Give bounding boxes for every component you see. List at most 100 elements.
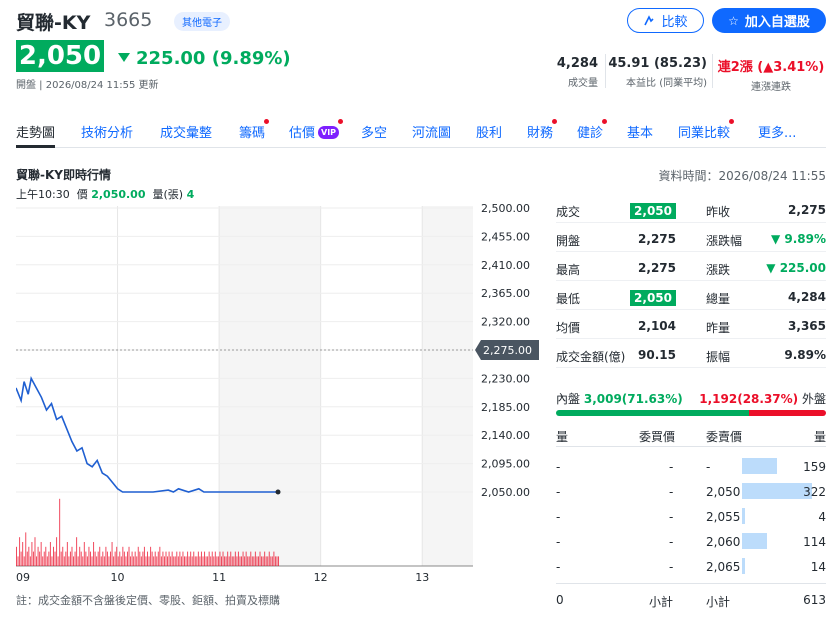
volume-bar	[168, 551, 170, 566]
volume-bar	[54, 551, 56, 566]
ratio-bar	[556, 410, 826, 416]
volume-bar	[88, 546, 90, 566]
tab-longshort[interactable]: 多空	[361, 122, 387, 141]
volume-bar	[69, 551, 71, 566]
info-row: 成交 2,050 昨收 2,275	[556, 199, 826, 223]
outer-label: 外盤	[801, 392, 826, 406]
section-title: 貿聯-KY即時行情	[16, 168, 111, 182]
volume-bar	[63, 556, 65, 566]
volume-bar	[137, 546, 139, 566]
ref-price-label: 2,275.00	[483, 344, 532, 357]
stat-pe-value: 45.91 (85.23)	[608, 56, 707, 71]
volume-bar	[171, 551, 173, 566]
y-tick-label: 2,230.00	[481, 372, 530, 385]
x-tick-label: 11	[212, 571, 226, 584]
tab-more[interactable]: 更多...	[758, 122, 796, 141]
tab-river[interactable]: 河流圖	[412, 122, 451, 141]
volume-bar	[251, 556, 253, 566]
volume-bar	[36, 556, 38, 566]
info-label: 成交	[556, 205, 581, 219]
volume-bar	[236, 556, 238, 566]
y-tick-label: 2,050.00	[481, 486, 530, 499]
volume-bar	[103, 556, 105, 566]
volume-bar	[48, 551, 50, 566]
volume-bar	[79, 546, 81, 566]
tab-finance[interactable]: 財務	[527, 119, 558, 141]
update-time: 開盤 | 2026/08/24 11:55 更新	[16, 80, 159, 91]
volume-bar	[134, 551, 136, 566]
y-tick-label: 2,320.00	[481, 316, 530, 329]
tab-technical[interactable]: 技術分析	[81, 122, 133, 141]
data-time: 資料時間：2026/08/24 11:55	[658, 169, 826, 183]
volume-bar	[142, 551, 144, 566]
volume-bar	[20, 551, 22, 566]
industry-tag[interactable]: 其他電子	[174, 12, 230, 31]
bid-volume: -	[556, 510, 561, 524]
ask-price: 2,050	[706, 485, 741, 499]
info-value: 2,104	[638, 319, 676, 333]
info-label: 開盤	[556, 234, 581, 248]
volume-bar	[250, 551, 252, 566]
volume-bar	[60, 551, 62, 566]
volume-bar	[65, 551, 67, 566]
stat-volume-value: 4,284	[556, 56, 598, 71]
x-tick-label: 09	[16, 571, 30, 584]
quote-price: 2,050.00	[91, 188, 146, 201]
volume-bar	[46, 556, 48, 566]
volume-bar	[170, 556, 172, 566]
y-tick-label: 2,410.00	[481, 259, 530, 272]
ob-row: - - 2,060 114	[556, 531, 826, 556]
volume-bar	[248, 556, 250, 566]
add-watchlist-button[interactable]: ☆ 加入自選股	[712, 8, 826, 33]
watchlist-label: 加入自選股	[744, 15, 810, 30]
ask-volume: 159	[803, 460, 826, 474]
volume-bar	[227, 551, 229, 566]
ob-header: 量	[813, 430, 826, 444]
tab-health[interactable]: 健診	[577, 119, 608, 141]
volume-bar	[97, 551, 99, 566]
y-tick-label: 2,095.00	[481, 458, 530, 471]
quote-vol-label: 量(張)	[152, 188, 184, 201]
volume-bar	[193, 551, 195, 566]
tab-peer[interactable]: 同業比較	[678, 119, 735, 141]
volume-bar	[114, 551, 116, 566]
ob-header: 量	[556, 430, 569, 444]
y-tick-label: 2,455.00	[481, 230, 530, 243]
volume-bar	[199, 556, 201, 566]
volume-bar	[74, 551, 76, 566]
volume-bar	[22, 542, 24, 566]
volume-bar	[133, 556, 135, 566]
tab-chips[interactable]: 籌碼	[239, 119, 270, 141]
info-row: 最低 2,050 總量 4,284	[556, 286, 826, 310]
info-label: 總量	[706, 292, 731, 306]
tab-trades[interactable]: 成交彙整	[160, 122, 212, 141]
bid-volume: -	[556, 460, 561, 474]
volume-bar	[204, 551, 206, 566]
compare-button[interactable]: 比較	[627, 8, 704, 33]
volume-bar	[91, 556, 93, 566]
tab-trend[interactable]: 走勢圖	[16, 122, 56, 148]
ask-subtotal-label: 小計	[706, 595, 731, 609]
intraday-chart[interactable]: 2,500.00 2,455.00 2,410.00 2,365.00 2,320.00…	[16, 204, 546, 584]
tab-dividend[interactable]: 股利	[476, 122, 502, 141]
ask-total: 613	[803, 593, 826, 607]
volume-bar	[185, 556, 187, 566]
volume-bar	[220, 556, 222, 566]
last-point	[275, 489, 281, 495]
tab-basic[interactable]: 基本	[627, 122, 653, 141]
volume-bar	[190, 551, 192, 566]
tab-valuation[interactable]: 估價 VIP	[289, 119, 344, 141]
volume-bar	[167, 556, 169, 566]
info-value: 9.89%	[784, 348, 826, 362]
quote-vol: 4	[186, 188, 195, 201]
volume-bar	[262, 556, 264, 566]
info-row: 開盤 2,275 漲跌幅 ▼ 9.89%	[556, 228, 826, 252]
y-tick-label: 2,140.00	[481, 429, 530, 442]
volume-bar	[49, 542, 51, 566]
volume-bar	[245, 551, 247, 566]
volume-bar	[224, 556, 226, 566]
volume-bar	[62, 546, 64, 566]
volume-bar	[73, 556, 75, 566]
volume-bar	[188, 556, 190, 566]
volume-bar	[154, 551, 156, 566]
